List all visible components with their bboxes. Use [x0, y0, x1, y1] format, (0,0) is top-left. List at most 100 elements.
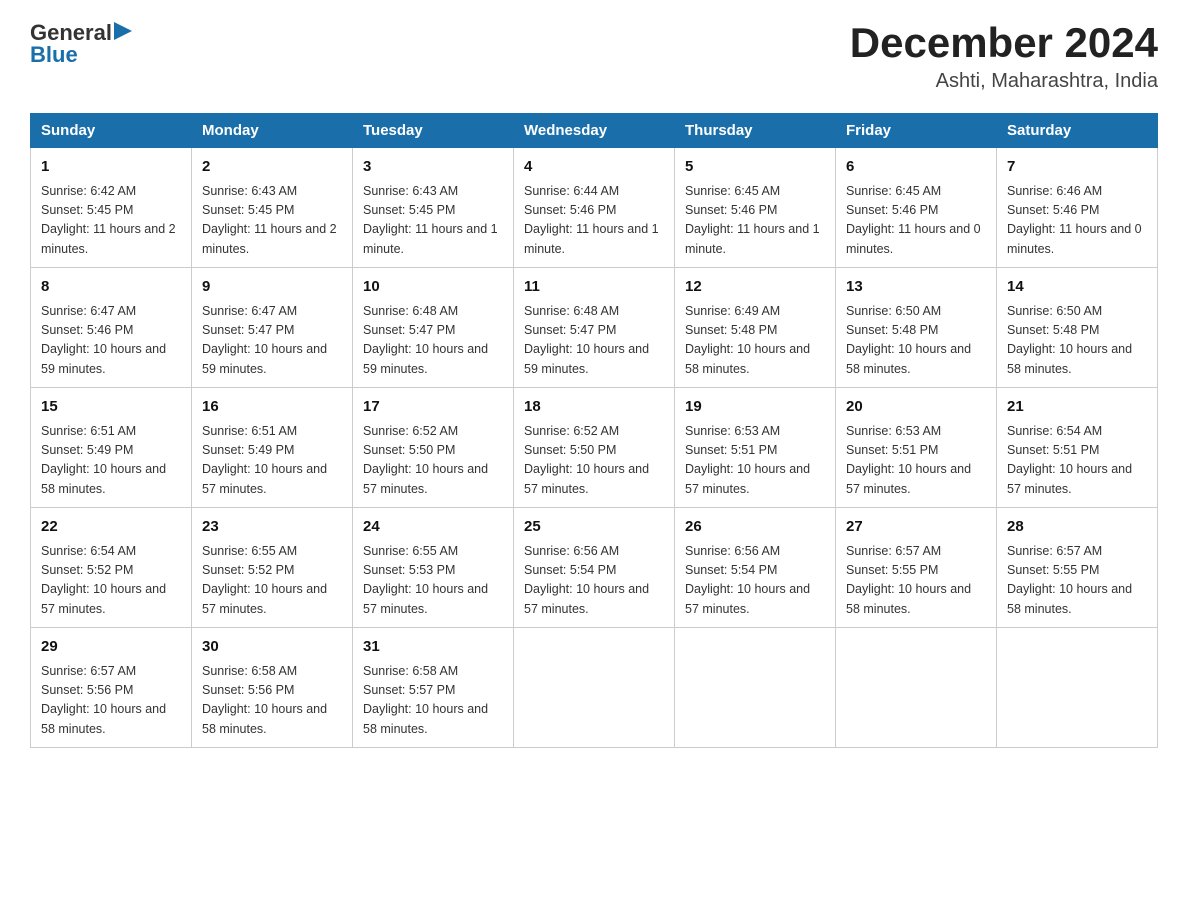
day-info: Sunrise: 6:57 AMSunset: 5:56 PMDaylight:…: [41, 662, 181, 740]
day-number: 31: [363, 636, 503, 659]
day-number: 4: [524, 156, 664, 179]
day-number: 30: [202, 636, 342, 659]
calendar-cell: 15 Sunrise: 6:51 AMSunset: 5:49 PMDayligh…: [31, 388, 192, 508]
day-number: 8: [41, 276, 181, 299]
day-number: 21: [1007, 396, 1147, 419]
calendar-cell: 2 Sunrise: 6:43 AMSunset: 5:45 PMDaylight…: [192, 148, 353, 268]
calendar-cell: 18 Sunrise: 6:52 AMSunset: 5:50 PMDayligh…: [514, 388, 675, 508]
calendar-cell: 1 Sunrise: 6:42 AMSunset: 5:45 PMDaylight…: [31, 148, 192, 268]
day-info: Sunrise: 6:48 AMSunset: 5:47 PMDaylight:…: [363, 302, 503, 380]
day-info: Sunrise: 6:54 AMSunset: 5:51 PMDaylight:…: [1007, 422, 1147, 500]
day-number: 16: [202, 396, 342, 419]
day-number: 15: [41, 396, 181, 419]
day-info: Sunrise: 6:58 AMSunset: 5:56 PMDaylight:…: [202, 662, 342, 740]
day-info: Sunrise: 6:46 AMSunset: 5:46 PMDaylight:…: [1007, 182, 1147, 260]
calendar-cell: 11 Sunrise: 6:48 AMSunset: 5:47 PMDayligh…: [514, 268, 675, 388]
day-number: 11: [524, 276, 664, 299]
day-number: 6: [846, 156, 986, 179]
day-info: Sunrise: 6:53 AMSunset: 5:51 PMDaylight:…: [685, 422, 825, 500]
day-info: Sunrise: 6:47 AMSunset: 5:46 PMDaylight:…: [41, 302, 181, 380]
day-number: 24: [363, 516, 503, 539]
calendar-cell: 8 Sunrise: 6:47 AMSunset: 5:46 PMDaylight…: [31, 268, 192, 388]
day-number: 12: [685, 276, 825, 299]
day-info: Sunrise: 6:52 AMSunset: 5:50 PMDaylight:…: [524, 422, 664, 500]
day-info: Sunrise: 6:48 AMSunset: 5:47 PMDaylight:…: [524, 302, 664, 380]
calendar-week-row: 15 Sunrise: 6:51 AMSunset: 5:49 PMDayligh…: [31, 388, 1158, 508]
calendar-cell: [514, 628, 675, 748]
calendar-title: December 2024: [850, 20, 1158, 66]
day-number: 17: [363, 396, 503, 419]
header-thursday: Thursday: [675, 114, 836, 148]
day-number: 1: [41, 156, 181, 179]
day-number: 22: [41, 516, 181, 539]
day-number: 7: [1007, 156, 1147, 179]
calendar-cell: 23 Sunrise: 6:55 AMSunset: 5:52 PMDayligh…: [192, 508, 353, 628]
day-number: 23: [202, 516, 342, 539]
calendar-cell: [836, 628, 997, 748]
calendar-cell: [675, 628, 836, 748]
calendar-cell: 25Sunrise: 6:56 AMSunset: 5:54 PMDayligh…: [514, 508, 675, 628]
day-info: Sunrise: 6:45 AMSunset: 5:46 PMDaylight:…: [685, 182, 825, 260]
calendar-subtitle: Ashti, Maharashtra, India: [850, 70, 1158, 93]
calendar-cell: 13Sunrise: 6:50 AMSunset: 5:48 PMDayligh…: [836, 268, 997, 388]
day-info: Sunrise: 6:56 AMSunset: 5:54 PMDaylight:…: [685, 542, 825, 620]
day-number: 2: [202, 156, 342, 179]
calendar-cell: 31Sunrise: 6:58 AMSunset: 5:57 PMDayligh…: [353, 628, 514, 748]
day-info: Sunrise: 6:57 AMSunset: 5:55 PMDaylight:…: [1007, 542, 1147, 620]
calendar-cell: 10 Sunrise: 6:48 AMSunset: 5:47 PMDayligh…: [353, 268, 514, 388]
day-number: 28: [1007, 516, 1147, 539]
day-info: Sunrise: 6:54 AMSunset: 5:52 PMDaylight:…: [41, 542, 181, 620]
day-number: 27: [846, 516, 986, 539]
logo: General Blue: [30, 20, 132, 68]
day-info: Sunrise: 6:55 AMSunset: 5:53 PMDaylight:…: [363, 542, 503, 620]
day-info: Sunrise: 6:42 AMSunset: 5:45 PMDaylight:…: [41, 182, 181, 260]
day-info: Sunrise: 6:44 AMSunset: 5:46 PMDaylight:…: [524, 182, 664, 260]
day-number: 14: [1007, 276, 1147, 299]
calendar-week-row: 29 Sunrise: 6:57 AMSunset: 5:56 PMDayligh…: [31, 628, 1158, 748]
calendar-cell: 6Sunrise: 6:45 AMSunset: 5:46 PMDaylight…: [836, 148, 997, 268]
day-number: 5: [685, 156, 825, 179]
logo-blue: Blue: [30, 42, 78, 68]
calendar-cell: 4 Sunrise: 6:44 AMSunset: 5:46 PMDaylight…: [514, 148, 675, 268]
weekday-header-row: Sunday Monday Tuesday Wednesday Thursday…: [31, 114, 1158, 148]
calendar-week-row: 1 Sunrise: 6:42 AMSunset: 5:45 PMDaylight…: [31, 148, 1158, 268]
day-number: 20: [846, 396, 986, 419]
day-info: Sunrise: 6:49 AMSunset: 5:48 PMDaylight:…: [685, 302, 825, 380]
calendar-cell: 28 Sunrise: 6:57 AMSunset: 5:55 PMDayligh…: [997, 508, 1158, 628]
day-number: 9: [202, 276, 342, 299]
calendar-cell: 22 Sunrise: 6:54 AMSunset: 5:52 PMDayligh…: [31, 508, 192, 628]
calendar-cell: 30 Sunrise: 6:58 AMSunset: 5:56 PMDayligh…: [192, 628, 353, 748]
calendar-week-row: 8 Sunrise: 6:47 AMSunset: 5:46 PMDaylight…: [31, 268, 1158, 388]
day-info: Sunrise: 6:51 AMSunset: 5:49 PMDaylight:…: [41, 422, 181, 500]
day-number: 19: [685, 396, 825, 419]
day-info: Sunrise: 6:57 AMSunset: 5:55 PMDaylight:…: [846, 542, 986, 620]
calendar-cell: 26Sunrise: 6:56 AMSunset: 5:54 PMDayligh…: [675, 508, 836, 628]
calendar-cell: 27 Sunrise: 6:57 AMSunset: 5:55 PMDayligh…: [836, 508, 997, 628]
day-number: 29: [41, 636, 181, 659]
calendar-cell: 16Sunrise: 6:51 AMSunset: 5:49 PMDayligh…: [192, 388, 353, 508]
day-info: Sunrise: 6:43 AMSunset: 5:45 PMDaylight:…: [202, 182, 342, 260]
header-sunday: Sunday: [31, 114, 192, 148]
calendar-cell: 3Sunrise: 6:43 AMSunset: 5:45 PMDaylight…: [353, 148, 514, 268]
day-info: Sunrise: 6:56 AMSunset: 5:54 PMDaylight:…: [524, 542, 664, 620]
calendar-cell: 17Sunrise: 6:52 AMSunset: 5:50 PMDayligh…: [353, 388, 514, 508]
day-info: Sunrise: 6:55 AMSunset: 5:52 PMDaylight:…: [202, 542, 342, 620]
calendar-cell: 12 Sunrise: 6:49 AMSunset: 5:48 PMDayligh…: [675, 268, 836, 388]
header-tuesday: Tuesday: [353, 114, 514, 148]
day-info: Sunrise: 6:50 AMSunset: 5:48 PMDaylight:…: [1007, 302, 1147, 380]
header-wednesday: Wednesday: [514, 114, 675, 148]
calendar-cell: [997, 628, 1158, 748]
day-number: 10: [363, 276, 503, 299]
calendar-cell: 19 Sunrise: 6:53 AMSunset: 5:51 PMDayligh…: [675, 388, 836, 508]
calendar-week-row: 22 Sunrise: 6:54 AMSunset: 5:52 PMDayligh…: [31, 508, 1158, 628]
logo-arrow-icon: [114, 22, 132, 40]
day-number: 13: [846, 276, 986, 299]
day-number: 18: [524, 396, 664, 419]
calendar-cell: 24 Sunrise: 6:55 AMSunset: 5:53 PMDayligh…: [353, 508, 514, 628]
title-area: December 2024 Ashti, Maharashtra, India: [850, 20, 1158, 93]
day-number: 3: [363, 156, 503, 179]
calendar-cell: 7 Sunrise: 6:46 AMSunset: 5:46 PMDaylight…: [997, 148, 1158, 268]
day-info: Sunrise: 6:53 AMSunset: 5:51 PMDaylight:…: [846, 422, 986, 500]
calendar-cell: 29 Sunrise: 6:57 AMSunset: 5:56 PMDayligh…: [31, 628, 192, 748]
day-info: Sunrise: 6:47 AMSunset: 5:47 PMDaylight:…: [202, 302, 342, 380]
